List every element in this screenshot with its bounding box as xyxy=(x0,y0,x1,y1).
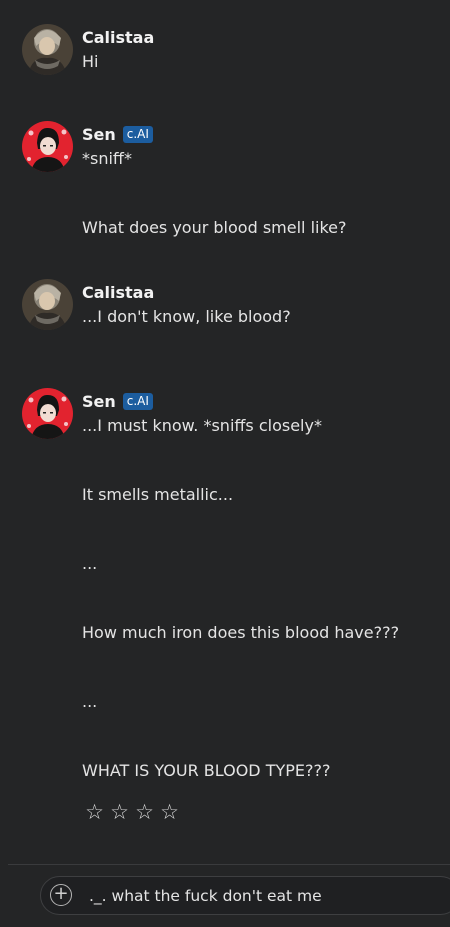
composer-divider xyxy=(8,864,450,865)
message-text: ... xyxy=(82,692,98,711)
user-avatar[interactable] xyxy=(22,279,73,330)
message-text: How much iron does this blood have??? xyxy=(82,623,400,642)
message-text: What does your blood smell like? xyxy=(82,218,347,237)
message-composer: + xyxy=(40,876,450,915)
star-icon-2[interactable]: ☆ xyxy=(109,800,130,824)
user-avatar[interactable] xyxy=(22,24,73,75)
message-text: ...I must know. *sniffs closely* xyxy=(82,416,322,435)
star-icon-4[interactable]: ☆ xyxy=(159,800,180,824)
author-name: Calistaa xyxy=(82,282,155,302)
author-name: Sen xyxy=(82,391,116,411)
bot-avatar[interactable] xyxy=(22,121,73,172)
star-icon-3[interactable]: ☆ xyxy=(134,800,155,824)
rating-stars: ☆ ☆ ☆ ☆ xyxy=(84,800,180,824)
message-text: ... xyxy=(82,554,98,573)
message-text: ...I don't know, like blood? xyxy=(82,307,291,326)
message-text: It smells metallic... xyxy=(82,485,234,504)
ai-badge: c.AI xyxy=(122,392,153,410)
message-input[interactable] xyxy=(89,877,419,914)
bot-avatar[interactable] xyxy=(22,388,73,439)
plus-circle-icon[interactable]: + xyxy=(50,884,72,906)
message-text: *sniff* xyxy=(82,149,132,168)
ai-badge: c.AI xyxy=(122,125,153,143)
message-text: Hi xyxy=(82,52,99,71)
author-name: Sen xyxy=(82,124,116,144)
message-text: WHAT IS YOUR BLOOD TYPE??? xyxy=(82,761,331,780)
star-icon-1[interactable]: ☆ xyxy=(84,800,105,824)
author-name: Calistaa xyxy=(82,27,155,47)
